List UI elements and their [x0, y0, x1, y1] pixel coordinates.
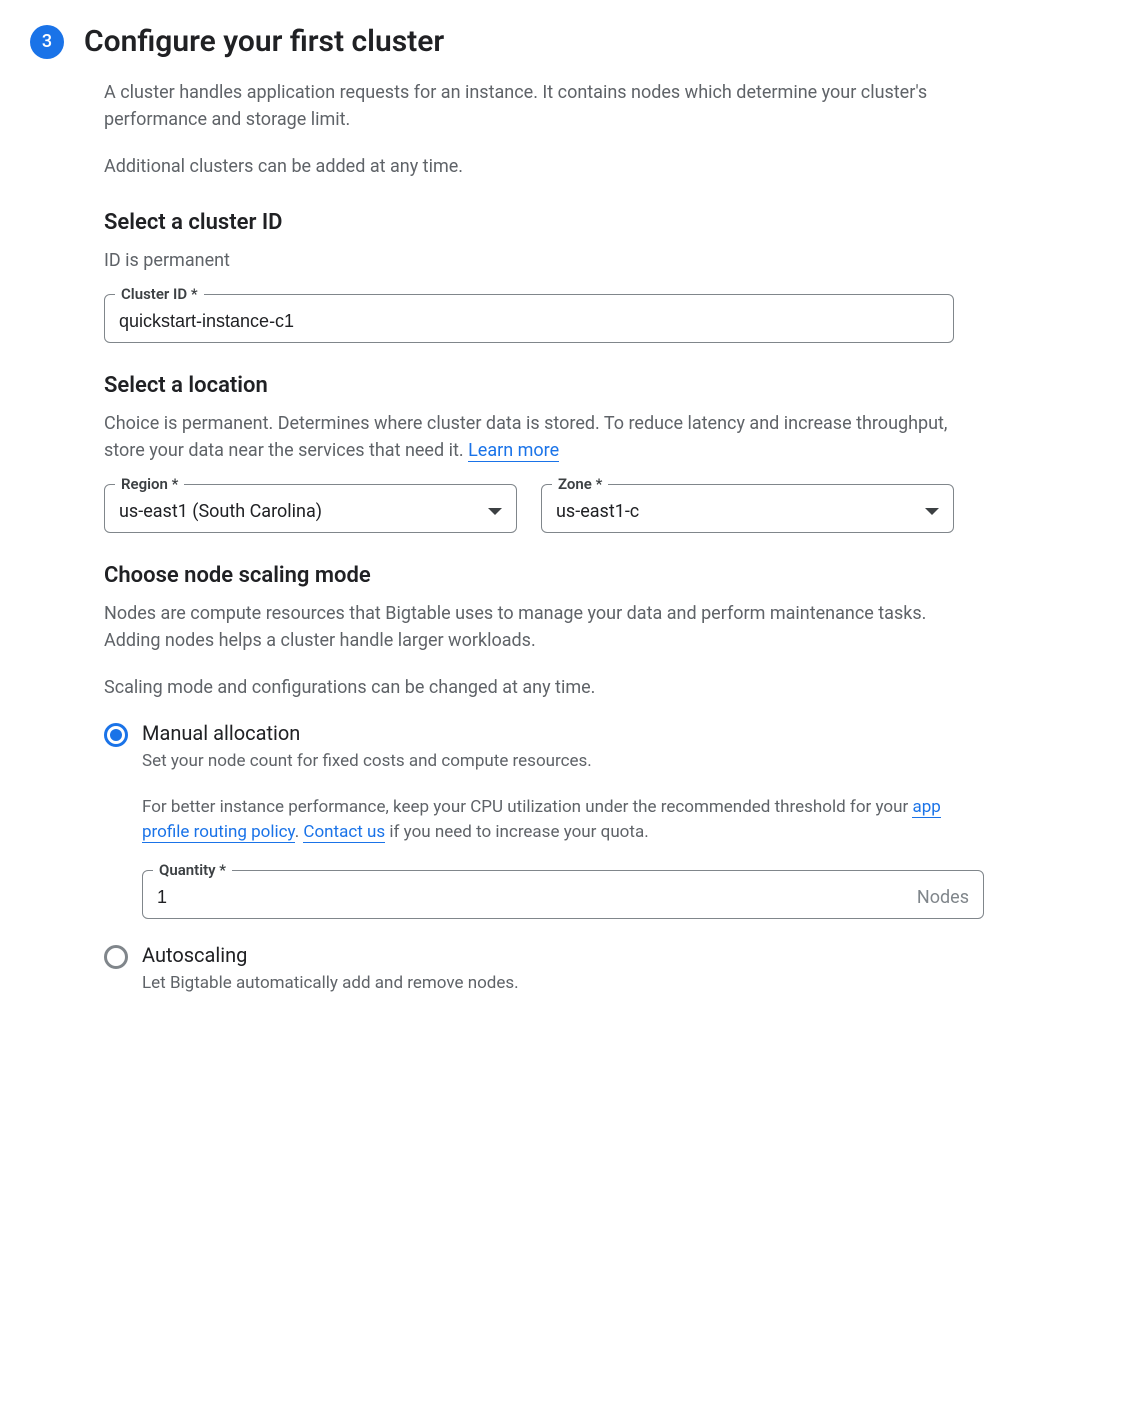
- quantity-label: Quantity *: [153, 861, 232, 879]
- region-value: us-east1 (South Carolina): [119, 501, 322, 522]
- manual-extra-suffix: if you need to increase your quota.: [385, 822, 648, 842]
- cluster-id-input[interactable]: [119, 311, 939, 332]
- zone-label: Zone *: [552, 475, 608, 493]
- chevron-down-icon: [488, 508, 502, 515]
- scaling-desc-2: Scaling mode and configurations can be c…: [104, 674, 954, 701]
- autoscaling-radio[interactable]: [104, 945, 128, 969]
- manual-allocation-label: Manual allocation: [142, 721, 984, 745]
- step-number-badge: 3: [30, 25, 64, 59]
- intro-description-2: Additional clusters can be added at any …: [104, 153, 954, 180]
- region-select[interactable]: Region * us-east1 (South Carolina): [104, 484, 517, 533]
- manual-allocation-option[interactable]: Manual allocation Set your node count fo…: [104, 721, 984, 919]
- autoscaling-option[interactable]: Autoscaling Let Bigtable automatically a…: [104, 943, 984, 997]
- location-heading: Select a location: [104, 373, 954, 398]
- zone-value: us-east1-c: [556, 501, 639, 522]
- autoscaling-label: Autoscaling: [142, 943, 984, 967]
- quantity-suffix: Nodes: [917, 887, 969, 908]
- chevron-down-icon: [925, 508, 939, 515]
- manual-allocation-extra: For better instance performance, keep yo…: [142, 795, 984, 846]
- quantity-field[interactable]: Quantity * Nodes: [142, 870, 984, 919]
- manual-allocation-desc: Set your node count for fixed costs and …: [142, 749, 984, 775]
- cluster-id-field[interactable]: Cluster ID *: [104, 294, 954, 343]
- scaling-heading: Choose node scaling mode: [104, 563, 954, 588]
- manual-extra-prefix: For better instance performance, keep yo…: [142, 797, 912, 817]
- cluster-id-heading: Select a cluster ID: [104, 210, 954, 235]
- scaling-desc-1: Nodes are compute resources that Bigtabl…: [104, 600, 954, 654]
- manual-allocation-radio[interactable]: [104, 723, 128, 747]
- cluster-id-label: Cluster ID *: [115, 285, 204, 303]
- cluster-id-subtext: ID is permanent: [104, 247, 954, 274]
- intro-description-1: A cluster handles application requests f…: [104, 79, 954, 133]
- learn-more-link[interactable]: Learn more: [468, 440, 559, 462]
- region-label: Region *: [115, 475, 184, 493]
- quantity-input[interactable]: [157, 887, 917, 908]
- contact-us-link[interactable]: Contact us: [303, 822, 385, 843]
- zone-select[interactable]: Zone * us-east1-c: [541, 484, 954, 533]
- autoscaling-desc: Let Bigtable automatically add and remov…: [142, 971, 984, 997]
- step-title: Configure your first cluster: [84, 24, 444, 59]
- location-subtext: Choice is permanent. Determines where cl…: [104, 410, 954, 464]
